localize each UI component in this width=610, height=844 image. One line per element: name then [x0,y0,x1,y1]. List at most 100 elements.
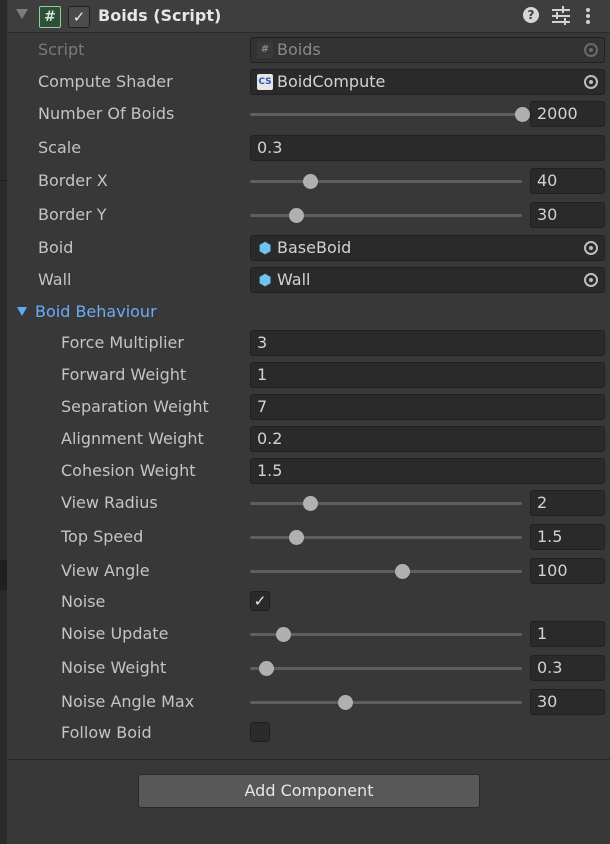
cohesion-weight-label: Cohesion Weight [61,461,196,480]
separation-weight-label: Separation Weight [61,397,209,416]
noise-checkbox[interactable]: ✓ [250,591,270,611]
boid-label: Boid [38,238,74,257]
border-x-input[interactable]: 40 [530,168,605,194]
scale-input[interactable]: 0.3 [250,135,605,161]
noise-angle-max-input[interactable]: 30 [530,689,605,715]
edge-divider [0,180,7,181]
object-picker-icon [584,43,598,57]
view-radius-input[interactable]: 2 [530,490,605,516]
compute-shader-value: BoidCompute [277,72,386,91]
noise-angle-max-label: Noise Angle Max [61,692,195,711]
noise-weight-label: Noise Weight [61,658,167,677]
boid-row: Boid ⬢ BaseBoid [8,233,610,263]
view-angle-slider-thumb[interactable] [395,564,411,579]
view-radius-slider[interactable] [250,502,522,505]
forward-weight-input[interactable]: 1 [250,362,605,388]
object-picker-icon[interactable] [584,75,598,89]
boid-value: BaseBoid [277,238,352,257]
number-of-boids-label: Number Of Boids [38,104,175,123]
view-radius-label: View Radius [61,493,158,512]
border-x-slider-thumb[interactable] [302,174,318,189]
collapse-arrow-icon[interactable] [16,9,28,19]
border-x-slider[interactable] [250,180,522,183]
view-radius-slider-thumb[interactable] [302,496,318,511]
prefab-cube-icon: ⬢ [258,239,272,257]
noise-update-slider[interactable] [250,633,522,636]
noise-weight-slider-thumb[interactable] [259,661,275,676]
object-picker-icon[interactable] [584,241,598,255]
boid-object-field[interactable]: ⬢ BaseBoid [250,235,605,261]
cs-script-icon: # [257,42,273,58]
number-of-boids-row: Number Of Boids 2000 [8,99,610,129]
foldout-arrow-icon[interactable] [17,307,27,316]
cohesion-weight-input[interactable]: 1.5 [250,458,605,484]
noise-weight-input[interactable]: 0.3 [530,655,605,681]
noise-angle-max-slider[interactable] [250,701,522,704]
compute-shader-object-field[interactable]: CS BoidCompute [250,69,605,95]
view-angle-input[interactable]: 100 [530,558,605,584]
separation-weight-row: Separation Weight 7 [8,392,610,422]
noise-update-row: Noise Update 1 [8,619,610,649]
follow-boid-row: Follow Boid [8,718,610,748]
noise-update-label: Noise Update [61,624,169,643]
view-angle-label: View Angle [61,561,150,580]
number-of-boids-slider[interactable] [250,113,522,116]
number-of-boids-input[interactable]: 2000 [530,101,605,127]
component-header[interactable]: # ✓ Boids (Script) ? [8,0,610,33]
boid-behaviour-label[interactable]: Boid Behaviour [35,302,157,321]
wall-row: Wall ⬢ Wall [8,265,610,295]
help-icon[interactable]: ? [523,7,539,23]
component-title: Boids (Script) [98,6,222,25]
noise-weight-slider[interactable] [250,667,522,670]
noise-angle-max-row: Noise Angle Max 30 [8,687,610,717]
noise-update-input[interactable]: 1 [530,621,605,647]
script-label: Script [38,40,85,59]
scale-label: Scale [38,138,82,157]
border-y-row: Border Y 30 [8,200,610,230]
alignment-weight-input[interactable]: 0.2 [250,426,605,452]
add-component-button[interactable]: Add Component [138,774,480,808]
cs-script-icon: # [39,6,61,28]
noise-weight-row: Noise Weight 0.3 [8,653,610,683]
component-divider [8,759,610,760]
alignment-weight-row: Alignment Weight 0.2 [8,424,610,454]
top-speed-input[interactable]: 1.5 [530,524,605,550]
top-speed-label: Top Speed [61,527,144,546]
number-of-boids-slider-thumb[interactable] [515,107,530,122]
border-y-input[interactable]: 30 [530,202,605,228]
separation-weight-input[interactable]: 7 [250,394,605,420]
follow-boid-label: Follow Boid [61,723,152,742]
wall-object-field[interactable]: ⬢ Wall [250,267,605,293]
noise-row: Noise ✓ [8,587,610,617]
compute-shader-row: Compute Shader CS BoidCompute [8,67,610,97]
follow-boid-checkbox[interactable] [250,722,270,742]
force-multiplier-input[interactable]: 3 [250,330,605,356]
noise-angle-max-slider-thumb[interactable] [338,695,354,710]
kebab-menu-icon[interactable] [586,8,590,24]
forward-weight-label: Forward Weight [61,365,187,384]
compute-shader-icon: CS [257,74,273,90]
top-speed-slider-thumb[interactable] [289,530,305,545]
forward-weight-row: Forward Weight 1 [8,360,610,390]
view-angle-slider[interactable] [250,570,522,573]
border-y-slider-thumb[interactable] [289,208,305,223]
border-x-row: Border X 40 [8,166,610,196]
border-y-label: Border Y [38,205,107,224]
cohesion-weight-row: Cohesion Weight 1.5 [8,456,610,486]
presets-icon[interactable] [552,6,570,25]
boid-behaviour-foldout[interactable]: Boid Behaviour [8,297,610,325]
force-multiplier-row: Force Multiplier 3 [8,328,610,358]
prefab-cube-icon: ⬢ [258,271,272,289]
top-speed-row: Top Speed 1.5 [8,522,610,552]
script-value: Boids [277,40,321,59]
object-picker-icon[interactable] [584,273,598,287]
component-enabled-checkbox[interactable]: ✓ [68,6,90,28]
noise-label: Noise [61,592,106,611]
script-row: Script # Boids [8,35,610,65]
alignment-weight-label: Alignment Weight [61,429,204,448]
wall-label: Wall [38,270,72,289]
force-multiplier-label: Force Multiplier [61,333,184,352]
view-angle-row: View Angle 100 [8,556,610,586]
scale-row: Scale 0.3 [8,133,610,163]
noise-update-slider-thumb[interactable] [275,627,291,642]
